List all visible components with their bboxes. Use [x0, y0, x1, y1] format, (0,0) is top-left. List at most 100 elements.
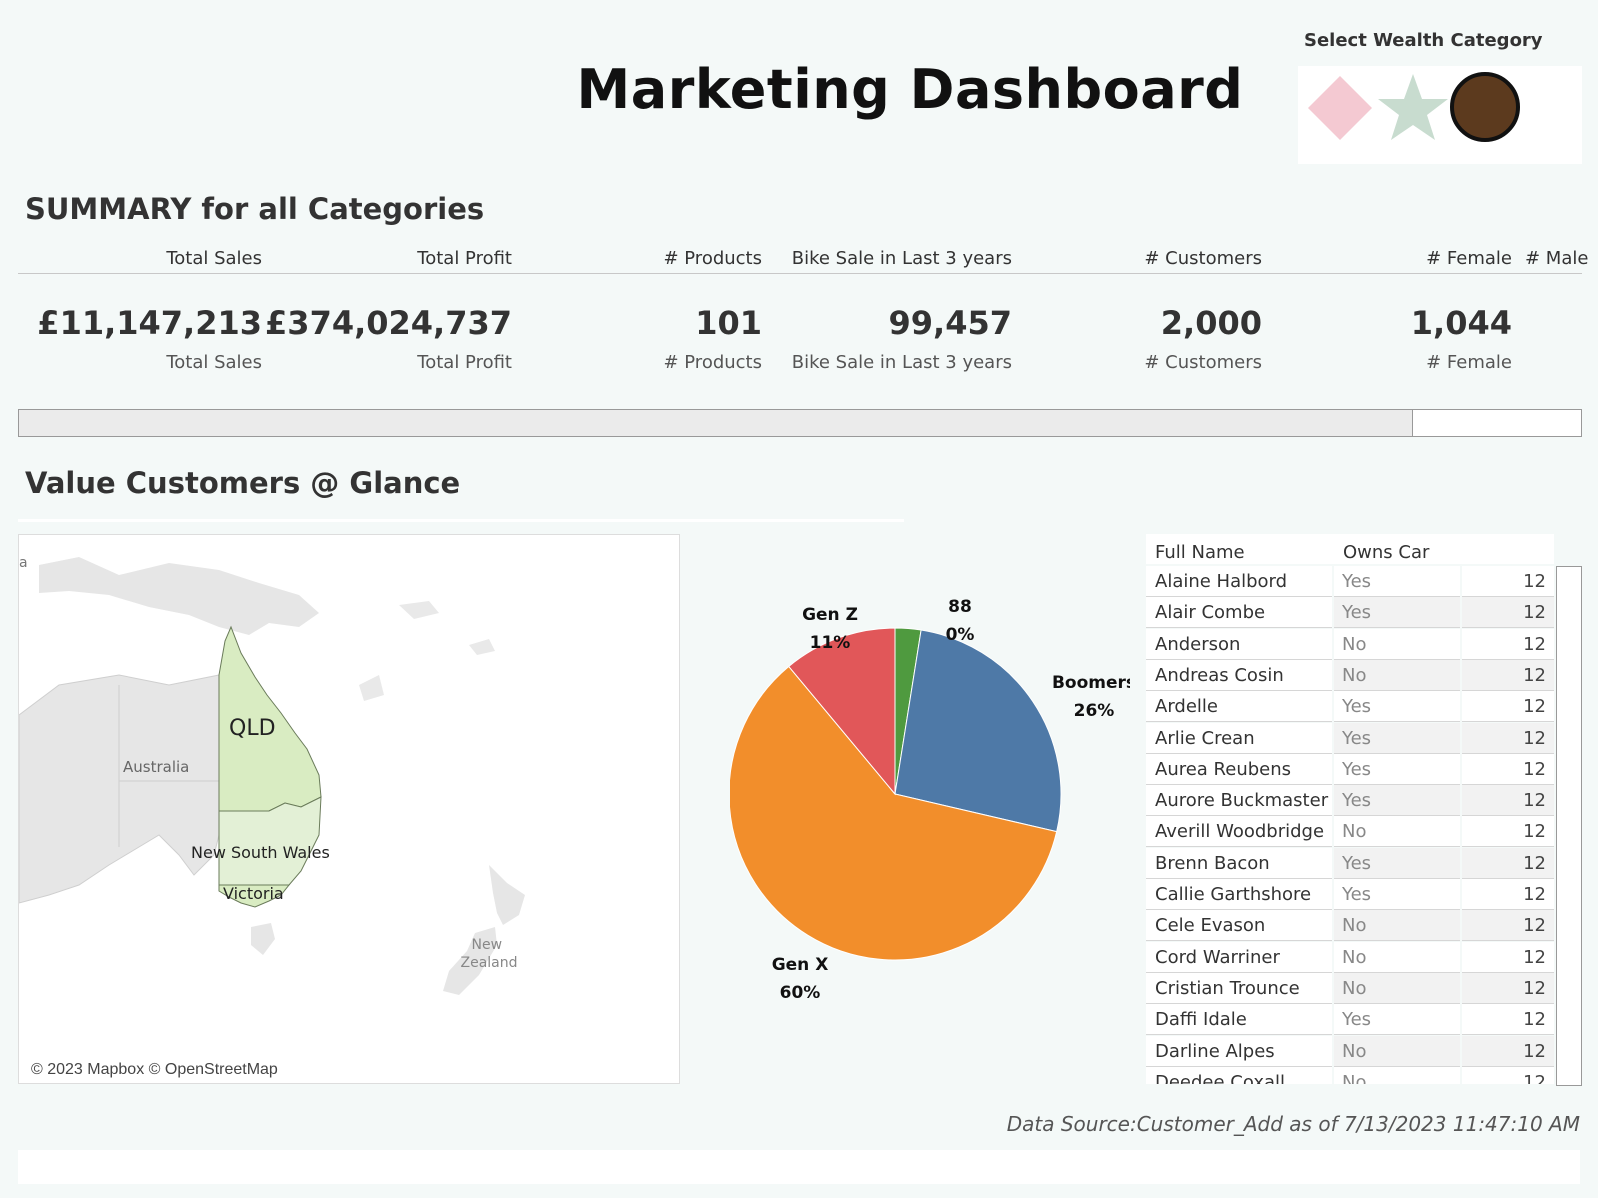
cell-owns-car[interactable]: Yes [1334, 691, 1460, 723]
wealth-circle-icon[interactable] [1450, 72, 1520, 142]
cell-owns-car[interactable]: Yes [1334, 597, 1460, 629]
count-text: 12 [1523, 1071, 1546, 1084]
table-row[interactable]: Alair Combe Yes 12 [1146, 597, 1554, 629]
cell-full-name[interactable]: Callie Garthshore [1146, 879, 1332, 910]
cell-owns-car[interactable]: No [1334, 816, 1460, 848]
cell-owns-car[interactable]: Yes [1334, 785, 1460, 817]
table-row[interactable]: Ardelle Yes 12 [1146, 691, 1554, 723]
kpi-header: # Products [663, 248, 762, 269]
cell-full-name[interactable]: Cord Warriner [1146, 941, 1332, 973]
wealth-star-icon[interactable] [1378, 74, 1448, 140]
table-row[interactable]: Daffi Idale Yes 12 [1146, 1004, 1554, 1036]
full-name-text: Alaine Halbord [1155, 571, 1288, 592]
owns-car-text: Yes [1342, 884, 1372, 905]
cell-owns-car[interactable]: No [1334, 1066, 1460, 1084]
kpi-value: 101 [695, 304, 762, 342]
cell-owns-car[interactable]: No [1334, 659, 1460, 691]
table-row[interactable]: Cristian Trounce No 12 [1146, 972, 1554, 1004]
map-attribution[interactable]: © 2023 Mapbox © OpenStreetMap [29, 1061, 280, 1079]
cell-count[interactable]: 12 [1462, 691, 1554, 723]
cell-owns-car[interactable]: No [1334, 1035, 1460, 1067]
table-row[interactable]: Cele Evason No 12 [1146, 910, 1554, 942]
australia-map[interactable]: a QLD Australia New South Wales Victoria… [18, 534, 680, 1084]
cell-owns-car[interactable]: Yes [1334, 1004, 1460, 1036]
cell-full-name[interactable]: Anderson [1146, 628, 1332, 660]
cell-full-name[interactable]: Aurea Reubens [1146, 753, 1332, 785]
cell-owns-car[interactable]: Yes [1334, 879, 1460, 910]
horizontal-scrollbar[interactable] [18, 409, 1582, 437]
cell-full-name[interactable]: Cristian Trounce [1146, 972, 1332, 1004]
map-land-nz [443, 865, 525, 995]
cell-owns-car[interactable]: No [1334, 628, 1460, 660]
count-text: 12 [1523, 977, 1546, 999]
cell-count[interactable]: 12 [1462, 910, 1554, 942]
table-row[interactable]: Callie Garthshore Yes 12 [1146, 879, 1554, 910]
column-header-owns-car[interactable]: Owns Car [1343, 542, 1429, 563]
cell-count[interactable]: 12 [1462, 1066, 1554, 1084]
scrollbar-track-end[interactable] [1412, 410, 1581, 436]
cell-full-name[interactable]: Andreas Cosin [1146, 659, 1332, 691]
pie-label-genx: Gen X [772, 955, 829, 975]
kpi-value: 2,000 [1160, 304, 1262, 342]
cell-full-name[interactable]: Arlie Crean [1146, 722, 1332, 754]
cell-owns-car[interactable]: Yes [1334, 566, 1460, 597]
owns-car-text: Yes [1342, 1009, 1372, 1031]
cell-full-name[interactable]: Daffi Idale [1146, 1004, 1332, 1036]
table-row[interactable]: Anderson No 12 [1146, 628, 1554, 660]
pie-slices [730, 627, 1062, 961]
map-canvas[interactable]: a QLD Australia New South Wales Victoria… [19, 535, 679, 1083]
cell-full-name[interactable]: Aurore Buckmaster [1146, 785, 1332, 817]
owns-car-text: Yes [1342, 758, 1372, 780]
cell-count[interactable]: 12 [1462, 659, 1554, 691]
cell-full-name[interactable]: Deedee Coxall [1146, 1066, 1332, 1084]
wealth-diamond-icon[interactable] [1308, 76, 1372, 140]
table-row[interactable]: Darline Alpes No 12 [1146, 1035, 1554, 1067]
cell-count[interactable]: 12 [1462, 566, 1554, 597]
column-header-full-name[interactable]: Full Name [1155, 542, 1245, 563]
cell-owns-car[interactable]: No [1334, 972, 1460, 1004]
vertical-scrollbar[interactable] [1556, 566, 1582, 1086]
cell-owns-car[interactable]: Yes [1334, 722, 1460, 754]
owns-car-text: Yes [1342, 602, 1372, 624]
table-row[interactable]: Aurea Reubens Yes 12 [1146, 753, 1554, 785]
cell-count[interactable]: 12 [1462, 753, 1554, 785]
cell-count[interactable]: 12 [1462, 847, 1554, 879]
kpi-male-header: # Male [1525, 248, 1589, 269]
cell-count[interactable]: 12 [1462, 628, 1554, 660]
cell-full-name[interactable]: Ardelle [1146, 691, 1332, 723]
cell-count[interactable]: 12 [1462, 879, 1554, 910]
table-row[interactable]: Brenn Bacon Yes 12 [1146, 847, 1554, 879]
cell-count[interactable]: 12 [1462, 785, 1554, 817]
cell-full-name[interactable]: Averill Woodbridge [1146, 816, 1332, 848]
count-text: 12 [1523, 946, 1546, 968]
cell-full-name[interactable]: Darline Alpes [1146, 1035, 1332, 1067]
table-row[interactable]: Arlie Crean Yes 12 [1146, 722, 1554, 754]
table-row[interactable]: Aurore Buckmaster Yes 12 [1146, 785, 1554, 817]
table-row[interactable]: Alaine Halbord Yes 12 [1146, 566, 1554, 597]
cell-full-name[interactable]: Brenn Bacon [1146, 847, 1332, 879]
cell-owns-car[interactable]: Yes [1334, 753, 1460, 785]
cell-count[interactable]: 12 [1462, 816, 1554, 848]
cell-full-name[interactable]: Alaine Halbord [1146, 566, 1332, 597]
cell-owns-car[interactable]: No [1334, 941, 1460, 973]
cell-count[interactable]: 12 [1462, 597, 1554, 629]
table-row[interactable]: Deedee Coxall No 12 [1146, 1066, 1554, 1084]
owns-car-text: No [1342, 1040, 1367, 1062]
pie-pct-88: 0% [946, 625, 975, 645]
table-row[interactable]: Cord Warriner No 12 [1146, 941, 1554, 973]
cell-owns-car[interactable]: Yes [1334, 847, 1460, 879]
kpi-sub-label: Total Sales [166, 352, 262, 373]
cell-full-name[interactable]: Alair Combe [1146, 597, 1332, 629]
table-row[interactable]: Averill Woodbridge No 12 [1146, 816, 1554, 848]
cell-count[interactable]: 12 [1462, 722, 1554, 754]
cell-owns-car[interactable]: No [1334, 910, 1460, 942]
cell-count[interactable]: 12 [1462, 972, 1554, 1004]
cell-count[interactable]: 12 [1462, 941, 1554, 973]
kpi-sub-label: Total Profit [417, 352, 512, 373]
full-name-text: Averill Woodbridge [1155, 821, 1325, 843]
cell-count[interactable]: 12 [1462, 1035, 1554, 1067]
owns-car-text: Yes [1342, 727, 1372, 749]
cell-count[interactable]: 12 [1462, 1004, 1554, 1036]
cell-full-name[interactable]: Cele Evason [1146, 910, 1332, 942]
table-row[interactable]: Andreas Cosin No 12 [1146, 659, 1554, 691]
